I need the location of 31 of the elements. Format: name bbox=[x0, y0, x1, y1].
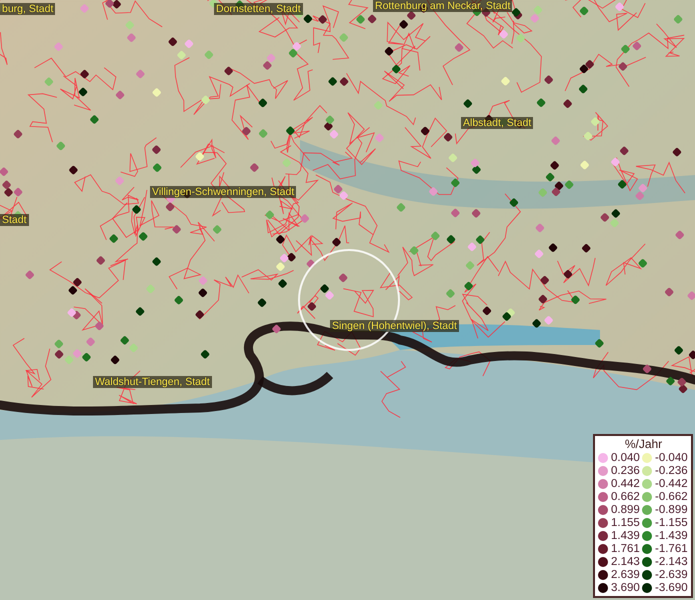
legend-value: 3.690 bbox=[610, 582, 641, 594]
place-label: Stadt bbox=[0, 214, 29, 226]
legend-value: -0.236 bbox=[654, 464, 687, 476]
legend-value: 1.439 bbox=[610, 530, 641, 542]
place-label: Waldshut-Tiengen, Stadt bbox=[93, 376, 212, 388]
legend-value: -1.761 bbox=[654, 542, 687, 554]
legend-value: -0.662 bbox=[654, 490, 687, 502]
legend-value: 2.639 bbox=[610, 568, 641, 580]
legend-value: 0.662 bbox=[610, 490, 641, 502]
legend-value: -3.690 bbox=[654, 582, 687, 594]
legend-value: 0.899 bbox=[610, 504, 641, 516]
legend-value: 0.040 bbox=[610, 452, 641, 464]
legend-value: -0.040 bbox=[654, 452, 687, 464]
place-label: burg, Stadt bbox=[0, 3, 56, 15]
legend-value: -0.899 bbox=[654, 504, 687, 516]
legend-value: -1.439 bbox=[654, 530, 687, 542]
legend-value: 0.442 bbox=[610, 478, 641, 490]
place-label: Villingen-Schwenningen, Stadt bbox=[150, 186, 296, 198]
legend-value: -1.155 bbox=[654, 516, 687, 528]
place-label: Dornstetten, Stadt bbox=[214, 3, 303, 15]
legend-value: 1.761 bbox=[610, 542, 641, 554]
legend-value: -0.442 bbox=[654, 478, 687, 490]
place-label: Rottenburg am Neckar, Stadt bbox=[373, 0, 512, 12]
legend-value: 0.236 bbox=[610, 464, 641, 476]
legend-value: 2.143 bbox=[610, 556, 641, 568]
legend-value: 1.155 bbox=[610, 516, 641, 528]
place-label: Albstadt, Stadt bbox=[461, 117, 534, 129]
legend-value: -2.143 bbox=[654, 556, 687, 568]
legend-title: %/Jahr bbox=[624, 437, 664, 451]
place-label: Singen (Hohentwiel), Stadt bbox=[330, 320, 459, 332]
legend-value: -2.639 bbox=[654, 568, 687, 580]
